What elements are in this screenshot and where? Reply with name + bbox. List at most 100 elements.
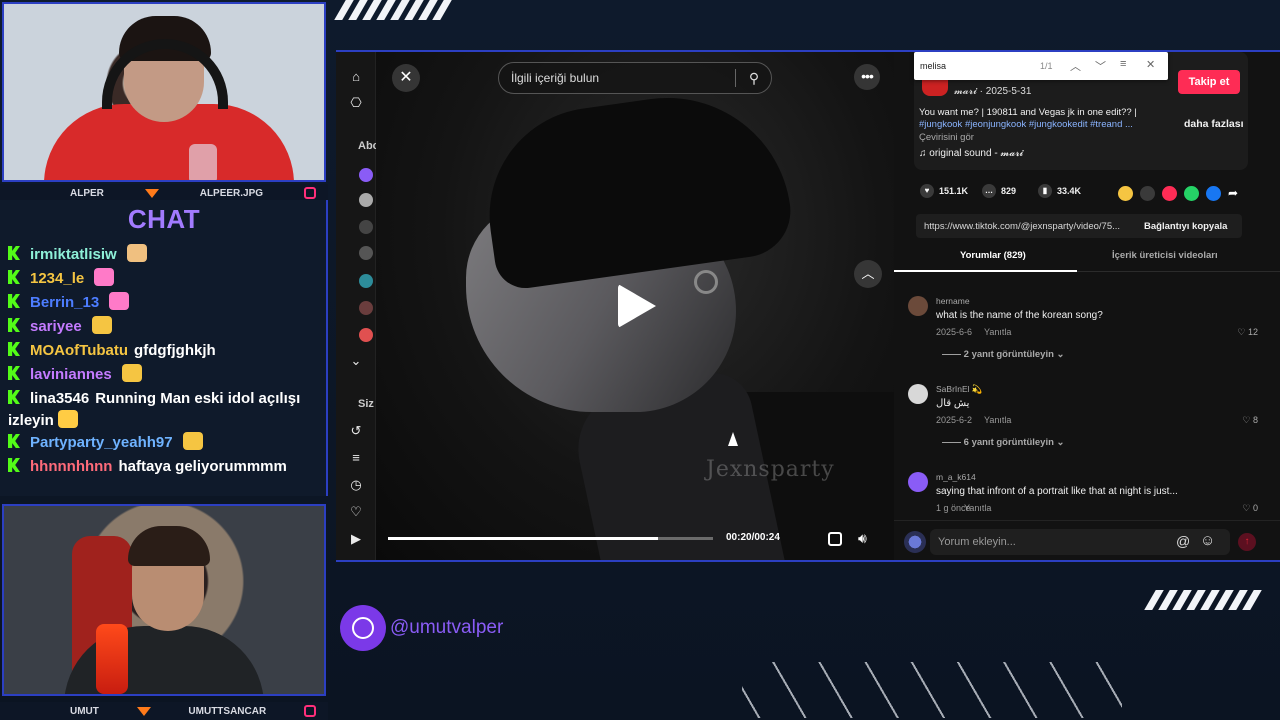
chevron-down-icon[interactable]: ⌄ [349,354,363,368]
like-count: 151.1K [939,186,969,196]
home-icon[interactable]: ⌂ [349,70,363,84]
follow-button[interactable]: Takip et [1178,70,1240,94]
chat-username[interactable]: MOAofTubatu [30,342,128,359]
save-stat[interactable]: ▮ 33.4K [1038,184,1081,198]
social-handle: @umutvalper [390,617,504,638]
comment-like[interactable]: ♡ 12 [1237,327,1258,338]
emote-icon [94,268,115,286]
clock-icon[interactable]: ◷ [349,478,363,492]
avatar[interactable] [908,296,928,316]
chat-username[interactable]: Partyparty_yeahh97 [30,434,173,451]
following-avatar[interactable] [359,328,373,342]
replies-label: 6 yanıt görüntüleyin [963,437,1054,448]
heart-icon: ♥ [920,184,934,198]
webcam-bottom [2,504,326,696]
comment-input-row: Yorum ekleyin... @ ☺ ↑ [894,520,1280,560]
video-player[interactable]: Jexnsparty ✕ İlgili içeriği bulun ⚲ ••• … [376,52,894,560]
avatar[interactable] [908,384,928,404]
send-icon[interactable] [1162,186,1177,201]
avatar[interactable] [908,472,928,492]
volume-icon[interactable]: 🔊︎ [858,530,867,547]
chevron-up-icon[interactable]: ︿ [1070,58,1081,74]
history-icon[interactable]: ↺ [349,424,363,438]
copy-link-button[interactable]: Bağlantıyı kopyala [1144,221,1227,232]
kick-icon [8,458,20,472]
more-options-icon[interactable]: ••• [854,64,880,90]
comment-username[interactable]: hername [936,296,970,306]
chevron-up-icon[interactable]: ︿ [854,260,882,288]
comment-like[interactable]: ♡ 8 [1242,415,1258,426]
comment-input[interactable]: Yorum ekleyin... @ ☺ [930,529,1230,555]
tabs: Yorumlar (829) İçerik üreticisi videolar… [894,250,1280,272]
chat-username[interactable]: sariyee [30,318,82,335]
following-avatar[interactable] [359,274,373,288]
chat-username[interactable]: irmiktatlisiw [30,246,117,263]
browser-find-bar[interactable]: melisa 1/1 ︿ ﹀ ≡ ✕ [914,52,1168,80]
following-avatar[interactable] [359,193,373,207]
kick-icon [8,270,20,284]
tab-creator-videos[interactable]: İçerik üreticisi videoları [1112,250,1218,261]
reply-button[interactable]: Yanıtla [984,327,1011,337]
send-button[interactable]: ↑ [1238,533,1256,551]
comment-date: 2025-6-6 [936,327,973,337]
chevron-down-icon[interactable]: ﹀ [1095,58,1106,74]
author-line[interactable]: 𝓶𝓪𝓻𝓲 · 2025-5-31 [954,86,1031,97]
comment-username[interactable]: m_a_k614 [936,472,976,482]
left-nav: ⌂ ⎔ Abo ⌄ Siz ↺ ≡ ◷ ♡ ▶ [336,52,379,560]
chat-username[interactable]: 1234_le [30,270,84,287]
close-icon[interactable]: ✕ [1146,58,1155,71]
playlist-icon[interactable]: ≡ [349,451,363,465]
more-link[interactable]: daha fazlası [1184,118,1244,130]
chat-username[interactable]: lina3546 [30,390,89,407]
embed-icon[interactable] [1140,186,1155,201]
pip-icon[interactable] [828,532,842,546]
author-avatar[interactable] [922,78,948,96]
find-input[interactable]: melisa [920,61,946,71]
reply-button[interactable]: Yanıtla [984,415,1011,425]
whatsapp-icon[interactable] [1184,186,1199,201]
mention-icon[interactable]: @ [1176,533,1190,549]
kick-icon [8,342,20,356]
following-avatar[interactable] [359,246,373,260]
menu-icon[interactable]: ≡ [1120,58,1126,70]
tab-active-indicator [894,270,1077,272]
hashtags[interactable]: #jungkook #jeonjungkook #jungkookedit #t… [919,119,1159,131]
close-icon[interactable]: ✕ [392,64,420,92]
instagram-icon [303,705,316,717]
share-arrow-icon[interactable]: ➦ [1228,186,1243,201]
comment-username[interactable]: SaBrInEl 💫 [936,384,983,395]
translate-link[interactable]: Çevirisini gör [919,132,974,143]
emoji-icon[interactable]: ☺ [1200,532,1215,549]
overlay-stripes-top [334,0,452,20]
video-progress-bar[interactable] [388,537,713,540]
following-avatar[interactable] [359,168,373,182]
like-stat[interactable]: ♥ 151.1K [920,184,968,198]
facebook-icon[interactable] [1206,186,1221,201]
save-count: 33.4K [1057,186,1082,196]
lamp [96,624,128,694]
chat-text: haftaya geliyorummmm [118,458,287,475]
search-icon[interactable]: ⚲ [745,69,763,87]
comment-stat[interactable]: … 829 [982,184,1016,198]
following-avatar[interactable] [359,220,373,234]
comment-like[interactable]: ♡ 0 [1242,503,1258,514]
like-icon[interactable]: ♡ [349,505,363,519]
explore-icon[interactable]: ⎔ [349,96,363,110]
video-icon[interactable]: ▶ [349,532,363,546]
streamer2-hair [128,526,210,566]
link-url[interactable]: https://www.tiktok.com/@jexnsparty/video… [924,221,1120,232]
play-icon[interactable] [618,284,656,328]
tab-comments[interactable]: Yorumlar (829) [960,250,1026,261]
reply-button[interactable]: Yanıtla [964,503,991,513]
emoji-share-icon[interactable] [1118,186,1133,201]
sound-line[interactable]: ♫ original sound - 𝓶𝓪𝓻𝓲 [919,148,1023,159]
chat-username[interactable]: hhnnnhhnn [30,458,112,475]
related-search-input[interactable]: İlgili içeriği bulun ⚲ [498,62,772,94]
view-replies-button[interactable]: —— 2 yanıt görüntüleyin ⌄ [942,349,1065,360]
post-date: 2025-5-31 [985,86,1032,97]
following-avatar[interactable] [359,301,373,315]
view-replies-button[interactable]: —— 6 yanıt görüntüleyin ⌄ [942,437,1065,448]
chat-username[interactable]: laviniannes [30,366,112,383]
chat-username[interactable]: Berrin_13 [30,294,99,311]
comment-placeholder: Yorum ekleyin... [938,536,1016,548]
